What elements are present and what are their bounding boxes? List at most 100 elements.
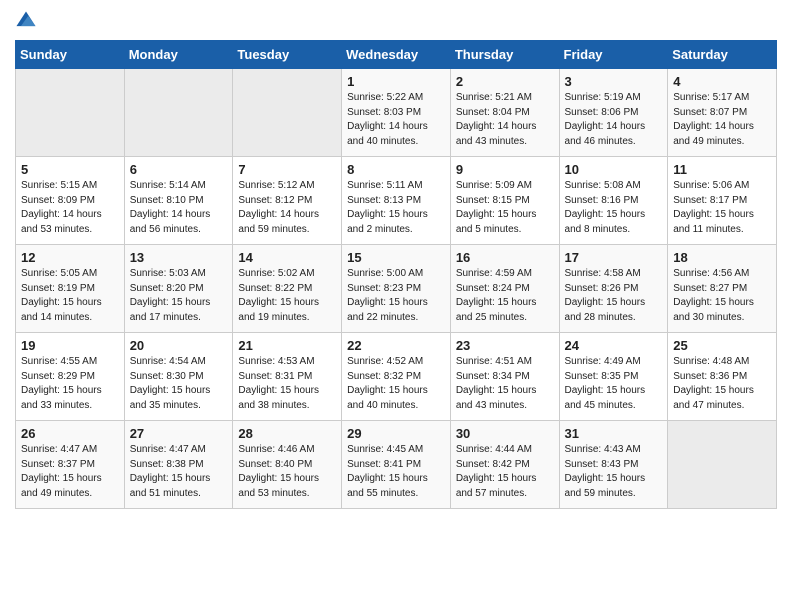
day-number: 25 (673, 338, 771, 353)
day-info: Sunrise: 4:52 AM Sunset: 8:32 PM Dayligh… (347, 355, 445, 413)
day-info: Sunrise: 4:51 AM Sunset: 8:34 PM Dayligh… (456, 355, 554, 413)
day-number: 31 (565, 426, 663, 441)
weekday-header-wednesday: Wednesday (342, 41, 451, 69)
day-info: Sunrise: 5:11 AM Sunset: 8:13 PM Dayligh… (347, 179, 445, 237)
day-info: Sunrise: 5:06 AM Sunset: 8:17 PM Dayligh… (673, 179, 771, 237)
weekday-header-saturday: Saturday (668, 41, 777, 69)
calendar-table: SundayMondayTuesdayWednesdayThursdayFrid… (15, 40, 777, 509)
calendar-cell (16, 69, 125, 157)
day-number: 5 (21, 162, 119, 177)
calendar-week-row: 1Sunrise: 5:22 AM Sunset: 8:03 PM Daylig… (16, 69, 777, 157)
calendar-cell: 24 Sunrise: 4:49 AM Sunset: 8:35 PM Dayli… (559, 333, 668, 421)
day-number: 26 (21, 426, 119, 441)
day-info: Sunrise: 4:56 AM Sunset: 8:27 PM Dayligh… (673, 267, 771, 325)
day-info: Sunrise: 4:47 AM Sunset: 8:38 PM Dayligh… (130, 443, 228, 501)
calendar-cell: 30 Sunrise: 4:44 AM Sunset: 8:42 PM Dayli… (450, 421, 559, 509)
weekday-header-row: SundayMondayTuesdayWednesdayThursdayFrid… (16, 41, 777, 69)
calendar-cell: 12 Sunrise: 5:05 AM Sunset: 8:19 PM Dayli… (16, 245, 125, 333)
calendar-cell: 13Sunrise: 5:03 AM Sunset: 8:20 PM Dayli… (124, 245, 233, 333)
weekday-header-monday: Monday (124, 41, 233, 69)
day-info: Sunrise: 5:15 AM Sunset: 8:09 PM Dayligh… (21, 179, 119, 237)
weekday-header-friday: Friday (559, 41, 668, 69)
calendar-cell (668, 421, 777, 509)
day-number: 4 (673, 74, 771, 89)
calendar-cell: 19 Sunrise: 4:55 AM Sunset: 8:29 PM Dayli… (16, 333, 125, 421)
day-info: Sunrise: 4:55 AM Sunset: 8:29 PM Dayligh… (21, 355, 119, 413)
calendar-cell: 5 Sunrise: 5:15 AM Sunset: 8:09 PM Daylig… (16, 157, 125, 245)
logo-icon (15, 10, 37, 32)
day-number: 9 (456, 162, 554, 177)
calendar-cell: 31 Sunrise: 4:43 AM Sunset: 8:43 PM Dayli… (559, 421, 668, 509)
day-info: Sunrise: 5:19 AM Sunset: 8:06 PM Dayligh… (565, 91, 663, 149)
weekday-header-tuesday: Tuesday (233, 41, 342, 69)
calendar-cell: 16Sunrise: 4:59 AM Sunset: 8:24 PM Dayli… (450, 245, 559, 333)
logo (15, 10, 41, 32)
calendar-cell: 25 Sunrise: 4:48 AM Sunset: 8:36 PM Dayli… (668, 333, 777, 421)
day-number: 14 (238, 250, 336, 265)
calendar-cell: 18Sunrise: 4:56 AM Sunset: 8:27 PM Dayli… (668, 245, 777, 333)
calendar-cell: 27 Sunrise: 4:47 AM Sunset: 8:38 PM Dayli… (124, 421, 233, 509)
weekday-header-thursday: Thursday (450, 41, 559, 69)
calendar-cell: 29 Sunrise: 4:45 AM Sunset: 8:41 PM Dayli… (342, 421, 451, 509)
calendar-cell: 10Sunrise: 5:08 AM Sunset: 8:16 PM Dayli… (559, 157, 668, 245)
calendar-cell (233, 69, 342, 157)
calendar-cell: 28 Sunrise: 4:46 AM Sunset: 8:40 PM Dayli… (233, 421, 342, 509)
day-info: Sunrise: 4:47 AM Sunset: 8:37 PM Dayligh… (21, 443, 119, 501)
day-number: 24 (565, 338, 663, 353)
calendar-cell: 11Sunrise: 5:06 AM Sunset: 8:17 PM Dayli… (668, 157, 777, 245)
day-info: Sunrise: 4:58 AM Sunset: 8:26 PM Dayligh… (565, 267, 663, 325)
calendar-cell: 22 Sunrise: 4:52 AM Sunset: 8:32 PM Dayli… (342, 333, 451, 421)
day-number: 2 (456, 74, 554, 89)
day-number: 27 (130, 426, 228, 441)
day-info: Sunrise: 4:48 AM Sunset: 8:36 PM Dayligh… (673, 355, 771, 413)
day-number: 7 (238, 162, 336, 177)
day-info: Sunrise: 5:08 AM Sunset: 8:16 PM Dayligh… (565, 179, 663, 237)
calendar-cell: 20 Sunrise: 4:54 AM Sunset: 8:30 PM Dayli… (124, 333, 233, 421)
calendar-week-row: 5 Sunrise: 5:15 AM Sunset: 8:09 PM Daylig… (16, 157, 777, 245)
day-number: 30 (456, 426, 554, 441)
calendar-cell: 8 Sunrise: 5:11 AM Sunset: 8:13 PM Daylig… (342, 157, 451, 245)
day-number: 23 (456, 338, 554, 353)
calendar-week-row: 19 Sunrise: 4:55 AM Sunset: 8:29 PM Dayli… (16, 333, 777, 421)
header (15, 10, 777, 32)
day-number: 3 (565, 74, 663, 89)
calendar-cell: 15Sunrise: 5:00 AM Sunset: 8:23 PM Dayli… (342, 245, 451, 333)
calendar-cell: 14 Sunrise: 5:02 AM Sunset: 8:22 PM Dayli… (233, 245, 342, 333)
day-number: 22 (347, 338, 445, 353)
calendar-cell: 23 Sunrise: 4:51 AM Sunset: 8:34 PM Dayli… (450, 333, 559, 421)
day-number: 21 (238, 338, 336, 353)
day-number: 16 (456, 250, 554, 265)
day-info: Sunrise: 4:49 AM Sunset: 8:35 PM Dayligh… (565, 355, 663, 413)
calendar-week-row: 12 Sunrise: 5:05 AM Sunset: 8:19 PM Dayli… (16, 245, 777, 333)
calendar-cell: 7 Sunrise: 5:12 AM Sunset: 8:12 PM Daylig… (233, 157, 342, 245)
day-number: 15 (347, 250, 445, 265)
calendar-cell: 26 Sunrise: 4:47 AM Sunset: 8:37 PM Dayli… (16, 421, 125, 509)
day-info: Sunrise: 5:17 AM Sunset: 8:07 PM Dayligh… (673, 91, 771, 149)
day-info: Sunrise: 5:12 AM Sunset: 8:12 PM Dayligh… (238, 179, 336, 237)
day-number: 19 (21, 338, 119, 353)
day-info: Sunrise: 5:14 AM Sunset: 8:10 PM Dayligh… (130, 179, 228, 237)
day-number: 13 (130, 250, 228, 265)
day-info: Sunrise: 5:02 AM Sunset: 8:22 PM Dayligh… (238, 267, 336, 325)
day-number: 12 (21, 250, 119, 265)
day-number: 29 (347, 426, 445, 441)
day-number: 28 (238, 426, 336, 441)
day-info: Sunrise: 4:54 AM Sunset: 8:30 PM Dayligh… (130, 355, 228, 413)
day-number: 8 (347, 162, 445, 177)
day-info: Sunrise: 4:46 AM Sunset: 8:40 PM Dayligh… (238, 443, 336, 501)
calendar-cell: 6Sunrise: 5:14 AM Sunset: 8:10 PM Daylig… (124, 157, 233, 245)
calendar-cell: 21 Sunrise: 4:53 AM Sunset: 8:31 PM Dayli… (233, 333, 342, 421)
day-number: 17 (565, 250, 663, 265)
day-number: 20 (130, 338, 228, 353)
day-info: Sunrise: 4:45 AM Sunset: 8:41 PM Dayligh… (347, 443, 445, 501)
day-info: Sunrise: 5:05 AM Sunset: 8:19 PM Dayligh… (21, 267, 119, 325)
calendar-cell: 4 Sunrise: 5:17 AM Sunset: 8:07 PM Daylig… (668, 69, 777, 157)
day-info: Sunrise: 5:22 AM Sunset: 8:03 PM Dayligh… (347, 91, 445, 149)
calendar-cell: 9Sunrise: 5:09 AM Sunset: 8:15 PM Daylig… (450, 157, 559, 245)
day-info: Sunrise: 4:43 AM Sunset: 8:43 PM Dayligh… (565, 443, 663, 501)
day-info: Sunrise: 5:21 AM Sunset: 8:04 PM Dayligh… (456, 91, 554, 149)
calendar-cell: 1Sunrise: 5:22 AM Sunset: 8:03 PM Daylig… (342, 69, 451, 157)
day-info: Sunrise: 4:44 AM Sunset: 8:42 PM Dayligh… (456, 443, 554, 501)
day-info: Sunrise: 4:53 AM Sunset: 8:31 PM Dayligh… (238, 355, 336, 413)
weekday-header-sunday: Sunday (16, 41, 125, 69)
